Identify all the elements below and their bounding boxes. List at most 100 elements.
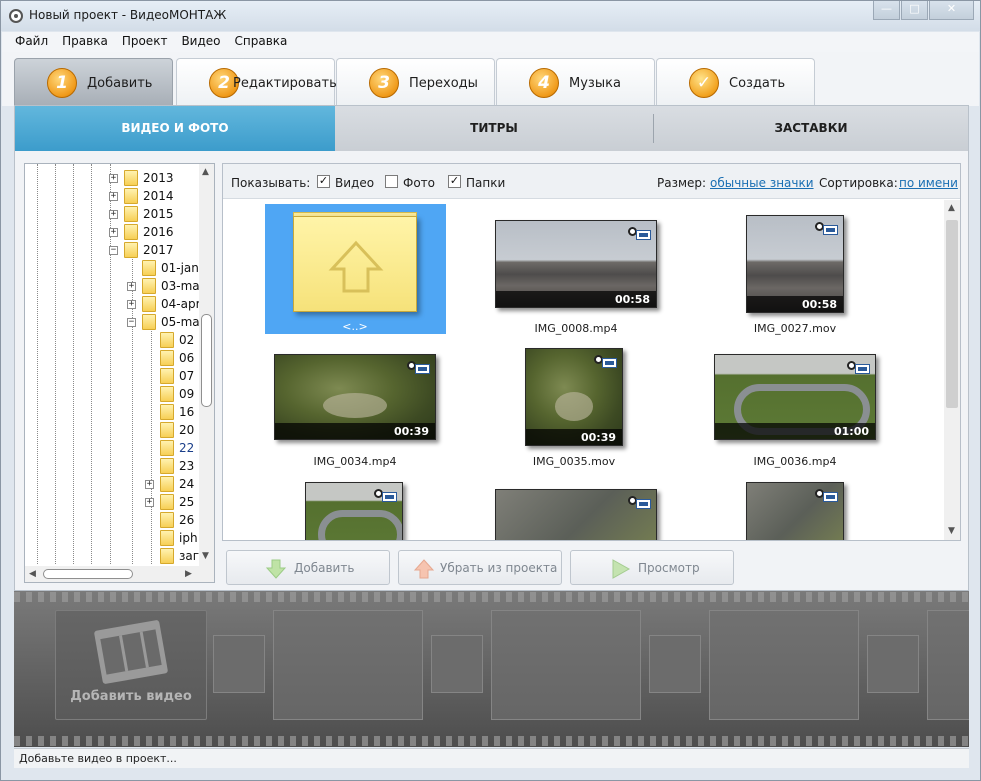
tree-item[interactable]: 26	[145, 511, 194, 529]
file-scroll-thumb[interactable]	[946, 220, 958, 408]
file-tile-0035[interactable]: 00:39 IMG_0035.mov	[525, 348, 623, 478]
tree-item[interactable]: 20	[145, 421, 194, 439]
tree-hscroll-thumb[interactable]	[43, 569, 133, 579]
subtab-titles[interactable]: ТИТРЫ	[335, 106, 653, 151]
tab-create[interactable]: ✓ Создать	[656, 58, 815, 106]
photo-checkbox-label[interactable]: Фото	[403, 176, 435, 190]
clip-slot[interactable]	[709, 610, 859, 720]
transition-slot[interactable]	[431, 635, 483, 693]
tree-item[interactable]: +25	[145, 493, 194, 511]
photo-checkbox[interactable]	[385, 175, 398, 188]
folder-icon	[142, 296, 156, 312]
remove-button[interactable]: Убрать из проекта	[398, 550, 562, 585]
file-vertical-scrollbar[interactable]: ▲ ▼	[944, 200, 960, 540]
expand-plus-icon[interactable]: +	[109, 227, 118, 237]
menu-project[interactable]: Проект	[115, 32, 175, 52]
size-link[interactable]: обычные значки	[710, 176, 814, 190]
scroll-left-arrow-icon[interactable]: ◀	[29, 569, 36, 579]
sort-link[interactable]: по имени	[899, 176, 958, 190]
collapse-minus-icon[interactable]: −	[109, 245, 118, 255]
transition-slot[interactable]	[213, 635, 265, 693]
expand-plus-icon[interactable]: +	[109, 209, 118, 219]
video-duration: 00:58	[614, 293, 650, 306]
expand-plus-icon[interactable]: +	[145, 479, 154, 489]
video-checkbox[interactable]: ✓	[317, 175, 330, 188]
minimize-button[interactable]: —	[873, 1, 900, 20]
up-arrow-icon	[328, 240, 384, 293]
file-tile-0027[interactable]: 00:58 IMG_0027.mov	[746, 215, 844, 345]
expand-plus-icon[interactable]: +	[109, 173, 118, 183]
tree-item[interactable]: 23	[145, 457, 194, 475]
tree-item[interactable]: +04-apr	[127, 295, 201, 313]
tree-item[interactable]: 22	[145, 439, 194, 457]
video-checkbox-label[interactable]: Видео	[335, 176, 374, 190]
file-tile-partial[interactable]	[495, 489, 657, 540]
add-video-slot[interactable]: Добавить видео	[55, 610, 207, 720]
tree-item-label: 25	[179, 495, 195, 509]
expand-plus-icon[interactable]: +	[127, 299, 136, 309]
tab-edit[interactable]: 2 Редактировать	[176, 58, 337, 106]
tree-item[interactable]: 07	[145, 367, 194, 385]
tree-item[interactable]: заг	[145, 547, 199, 565]
transition-slot[interactable]	[867, 635, 919, 693]
transition-slot[interactable]	[649, 635, 701, 693]
tree-item[interactable]: +2015	[109, 205, 174, 223]
close-button[interactable]: ✕	[929, 1, 974, 20]
tree-item[interactable]: +03-ma	[127, 277, 200, 295]
scroll-down-arrow-icon[interactable]: ▼	[202, 551, 209, 561]
tree-item[interactable]: 06	[145, 349, 194, 367]
scroll-up-arrow-icon[interactable]: ▲	[202, 167, 209, 177]
tab-add[interactable]: 1 Добавить	[14, 58, 173, 106]
tree-item[interactable]: 09	[145, 385, 194, 403]
tree-item[interactable]: iph	[145, 529, 198, 547]
folders-checkbox-label[interactable]: Папки	[466, 176, 505, 190]
scroll-up-chevron-icon[interactable]: ▲	[948, 203, 955, 213]
menu-edit[interactable]: Правка	[55, 32, 115, 52]
maximize-button[interactable]: □	[901, 1, 928, 20]
tree-item[interactable]: +2016	[109, 223, 174, 241]
tree-item[interactable]: +2013	[109, 169, 174, 187]
tree-item[interactable]: 02	[145, 331, 194, 349]
tree-item[interactable]: 16	[145, 403, 194, 421]
video-camera-icon	[628, 227, 652, 241]
tree-vertical-scrollbar[interactable]: ▲ ▼	[199, 164, 214, 567]
expand-plus-icon[interactable]: +	[127, 281, 136, 291]
scroll-down-chevron-icon[interactable]: ▼	[948, 526, 955, 536]
media-subtabs: ВИДЕО И ФОТО ТИТРЫ ЗАСТАВКИ	[15, 106, 968, 151]
clip-slot[interactable]	[927, 610, 969, 720]
tree-item[interactable]: − 2017	[109, 241, 174, 259]
add-button[interactable]: Добавить	[226, 550, 390, 585]
tree-item[interactable]: +24	[145, 475, 194, 493]
subtab-intros[interactable]: ЗАСТАВКИ	[654, 106, 968, 151]
tree-item[interactable]: +2014	[109, 187, 174, 205]
tab-music[interactable]: 4 Музыка	[496, 58, 655, 106]
tab-transitions-label: Переходы	[409, 76, 478, 91]
collapse-minus-icon[interactable]: −	[127, 317, 136, 327]
folders-checkbox[interactable]: ✓	[448, 175, 461, 188]
clip-slot[interactable]	[491, 610, 641, 720]
expand-plus-icon[interactable]: +	[109, 191, 118, 201]
tree-item[interactable]: 01-jan	[127, 259, 199, 277]
subtab-video-photo[interactable]: ВИДЕО И ФОТО	[15, 106, 335, 151]
expand-plus-icon[interactable]: +	[145, 497, 154, 507]
tree-item[interactable]: − 05-ma	[127, 313, 200, 331]
tree-scroll-thumb[interactable]	[201, 314, 212, 407]
video-thumbnail	[746, 482, 844, 540]
scroll-right-arrow-icon[interactable]: ▶	[185, 569, 192, 579]
file-tile-0008[interactable]: 00:58 IMG_0008.mp4	[495, 220, 657, 350]
menu-help[interactable]: Справка	[228, 32, 295, 52]
show-label: Показывать:	[231, 176, 311, 190]
tree-horizontal-scrollbar[interactable]: ◀ ▶	[25, 566, 214, 582]
menu-file[interactable]: Файл	[8, 32, 55, 52]
tree-guide-line	[37, 164, 38, 564]
file-tile-up[interactable]: <..>	[265, 204, 446, 334]
menu-video[interactable]: Видео	[174, 32, 227, 52]
file-tile-0034[interactable]: 00:39 IMG_0034.mp4	[274, 354, 436, 484]
folder-tree[interactable]: +2013 +2014 +2015 +2016−2017 01-jan +03-ma +04…	[24, 163, 215, 583]
file-tile-0036[interactable]: 01:00 IMG_0036.mp4	[714, 354, 876, 484]
file-tile-partial[interactable]	[746, 482, 844, 540]
clip-slot[interactable]	[273, 610, 423, 720]
preview-button[interactable]: Просмотр	[570, 550, 734, 585]
file-tile-partial[interactable]	[305, 482, 403, 540]
tab-transitions[interactable]: 3 Переходы	[336, 58, 495, 106]
